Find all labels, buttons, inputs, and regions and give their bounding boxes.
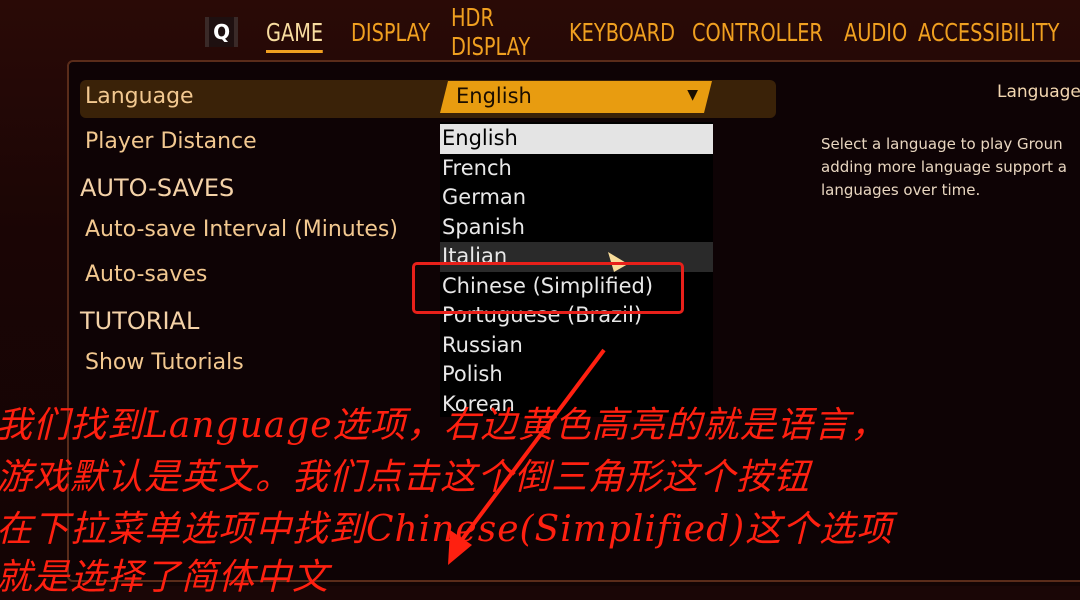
annotation-line-2: 游戏默认是英文。我们点击这个倒三角形这个按钮 bbox=[0, 457, 811, 498]
annotation-line-4: 就是选择了简体中文 bbox=[0, 557, 330, 598]
annotation-line-3: 在下拉菜单选项中找到Chinese(Simplified)这个选项 bbox=[0, 509, 894, 550]
annotation-line-1: 我们找到Language选项，右边黄色高亮的就是语言， bbox=[0, 405, 888, 446]
